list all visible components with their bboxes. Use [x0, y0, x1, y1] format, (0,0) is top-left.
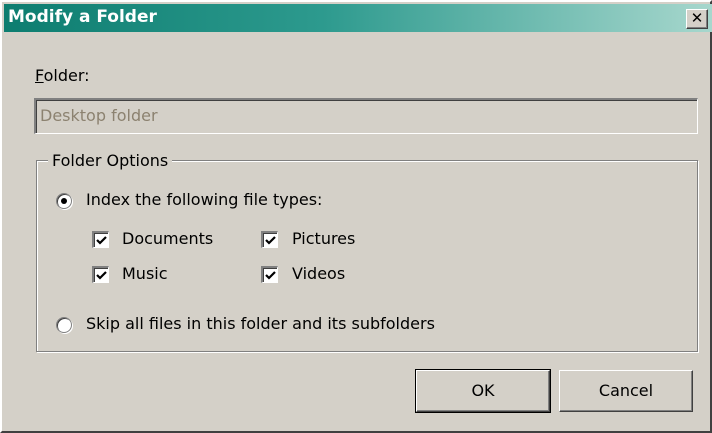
modify-folder-dialog: Modify a Folder ✕ Folder: Desktop folder… — [0, 0, 712, 433]
checkmark-icon — [96, 236, 107, 245]
pictures-label[interactable]: Pictures — [292, 229, 355, 248]
window-title: Modify a Folder — [8, 7, 157, 27]
close-icon: ✕ — [690, 9, 704, 27]
folder-options-label: Folder Options — [48, 151, 173, 170]
checkmark-icon — [265, 271, 276, 280]
skip-files-radio[interactable] — [56, 317, 72, 333]
music-label[interactable]: Music — [122, 264, 168, 283]
ok-button[interactable]: OK — [415, 369, 551, 413]
title-bar[interactable]: Modify a Folder ✕ — [4, 4, 712, 32]
pictures-checkbox[interactable] — [261, 231, 278, 248]
checkmark-icon — [265, 236, 276, 245]
documents-checkbox[interactable] — [92, 231, 109, 248]
videos-checkbox[interactable] — [261, 266, 278, 283]
checkmark-icon — [96, 271, 107, 280]
folder-field: Desktop folder — [34, 98, 698, 134]
skip-files-label[interactable]: Skip all files in this folder and its su… — [86, 314, 435, 333]
music-checkbox[interactable] — [92, 266, 109, 283]
cancel-button[interactable]: Cancel — [559, 370, 693, 412]
radio-selected-dot — [61, 198, 67, 204]
index-file-types-radio[interactable] — [56, 193, 72, 209]
videos-label[interactable]: Videos — [292, 264, 345, 283]
documents-label[interactable]: Documents — [122, 229, 213, 248]
index-file-types-label[interactable]: Index the following file types: — [86, 190, 322, 209]
close-button[interactable]: ✕ — [686, 9, 708, 29]
folder-label: Folder: — [35, 66, 90, 85]
